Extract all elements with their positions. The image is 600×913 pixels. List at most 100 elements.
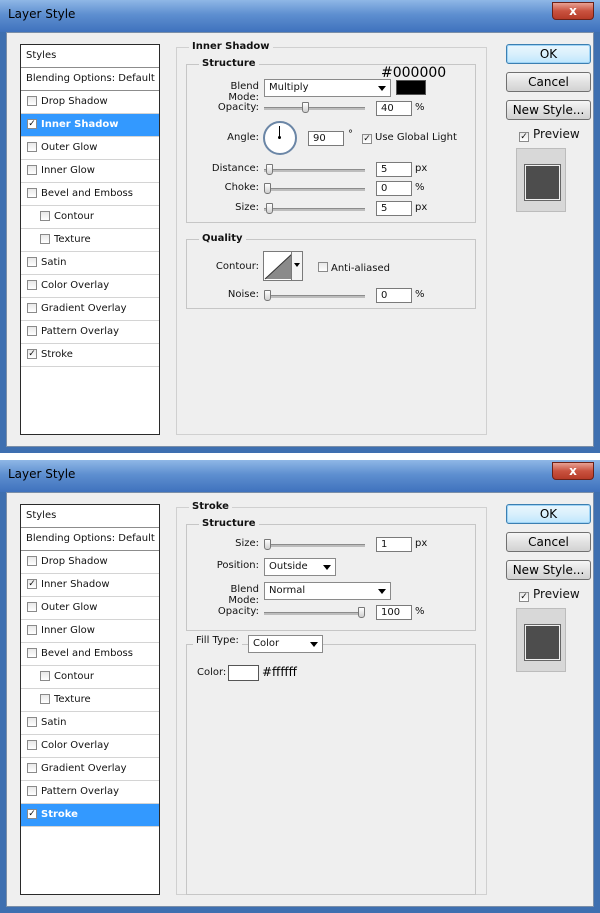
blend-mode-select[interactable]: Normal: [264, 582, 391, 600]
contour-picker[interactable]: [263, 251, 303, 281]
style-item-bevel-emboss[interactable]: Bevel and Emboss: [21, 183, 159, 206]
checkbox-inner-shadow[interactable]: ✓: [27, 119, 37, 129]
style-item-inner-shadow[interactable]: ✓ Inner Shadow: [21, 574, 159, 597]
checkbox-texture[interactable]: [40, 234, 50, 244]
slider-thumb[interactable]: [266, 203, 273, 214]
blend-mode-select[interactable]: Multiply: [264, 79, 391, 97]
checkbox-satin[interactable]: [27, 257, 37, 267]
style-item-pattern-overlay[interactable]: Pattern Overlay: [21, 781, 159, 804]
close-button[interactable]: x: [552, 462, 594, 480]
checkbox-inner-glow[interactable]: [27, 165, 37, 175]
checkbox-satin[interactable]: [27, 717, 37, 727]
slider-thumb[interactable]: [264, 183, 271, 194]
opacity-input[interactable]: 100: [376, 605, 412, 620]
style-item-texture[interactable]: Texture: [21, 689, 159, 712]
use-global-light-toggle[interactable]: ✓ Use Global Light: [362, 132, 457, 144]
style-item-stroke[interactable]: ✓ Stroke: [21, 344, 159, 367]
slider-thumb[interactable]: [358, 607, 365, 618]
style-item-color-overlay[interactable]: Color Overlay: [21, 735, 159, 758]
checkbox-stroke[interactable]: ✓: [27, 809, 37, 819]
noise-input[interactable]: 0: [376, 288, 412, 303]
style-item-outer-glow[interactable]: Outer Glow: [21, 597, 159, 620]
preview-toggle[interactable]: ✓ Preview: [519, 587, 580, 602]
style-item-contour[interactable]: Contour: [21, 666, 159, 689]
ok-button[interactable]: OK: [506, 504, 591, 524]
style-item-satin[interactable]: Satin: [21, 252, 159, 275]
style-item-texture[interactable]: Texture: [21, 229, 159, 252]
style-item-color-overlay[interactable]: Color Overlay: [21, 275, 159, 298]
size-input[interactable]: 5: [376, 201, 412, 216]
checkbox-bevel-emboss[interactable]: [27, 648, 37, 658]
position-value: Outside: [269, 561, 308, 572]
angle-input[interactable]: 90: [308, 131, 344, 146]
cancel-button[interactable]: Cancel: [506, 72, 591, 92]
new-style-button[interactable]: New Style...: [506, 100, 591, 120]
checkbox-inner-glow[interactable]: [27, 625, 37, 635]
styles-header[interactable]: Styles: [21, 505, 159, 528]
checkbox-texture[interactable]: [40, 694, 50, 704]
noise-slider[interactable]: [264, 290, 365, 301]
style-item-outer-glow[interactable]: Outer Glow: [21, 137, 159, 160]
checkbox-contour[interactable]: [40, 211, 50, 221]
style-item-bevel-emboss[interactable]: Bevel and Emboss: [21, 643, 159, 666]
checkbox-color-overlay[interactable]: [27, 740, 37, 750]
checkbox-gradient-overlay[interactable]: [27, 763, 37, 773]
angle-dial[interactable]: [263, 121, 297, 155]
style-item-satin[interactable]: Satin: [21, 712, 159, 735]
blending-options-item[interactable]: Blending Options: Default: [21, 68, 159, 91]
style-item-inner-shadow[interactable]: ✓ Inner Shadow: [21, 114, 159, 137]
slider-thumb[interactable]: [264, 290, 271, 301]
distance-slider[interactable]: [264, 164, 365, 175]
close-button[interactable]: x: [552, 2, 594, 20]
stroke-color-swatch[interactable]: [228, 665, 259, 681]
position-select[interactable]: Outside: [264, 558, 336, 576]
slider-thumb[interactable]: [302, 102, 309, 113]
style-item-contour[interactable]: Contour: [21, 206, 159, 229]
size-input[interactable]: 1: [376, 537, 412, 552]
style-item-stroke[interactable]: ✓ Stroke: [21, 804, 159, 827]
style-item-inner-glow[interactable]: Inner Glow: [21, 620, 159, 643]
checkbox-drop-shadow[interactable]: [27, 556, 37, 566]
style-item-drop-shadow[interactable]: Drop Shadow: [21, 91, 159, 114]
checkbox-outer-glow[interactable]: [27, 602, 37, 612]
style-item-gradient-overlay[interactable]: Gradient Overlay: [21, 758, 159, 781]
size-slider[interactable]: [264, 539, 365, 550]
checkbox-pattern-overlay[interactable]: [27, 786, 37, 796]
style-item-inner-glow[interactable]: Inner Glow: [21, 160, 159, 183]
checkbox-bevel-emboss[interactable]: [27, 188, 37, 198]
distance-input[interactable]: 5: [376, 162, 412, 177]
checkbox-pattern-overlay[interactable]: [27, 326, 37, 336]
preview-checkbox[interactable]: ✓: [519, 592, 529, 602]
size-unit: px: [415, 202, 428, 213]
slider-thumb[interactable]: [264, 539, 271, 550]
style-item-drop-shadow[interactable]: Drop Shadow: [21, 551, 159, 574]
style-item-gradient-overlay[interactable]: Gradient Overlay: [21, 298, 159, 321]
preview-toggle[interactable]: ✓ Preview: [519, 127, 580, 142]
checkbox-drop-shadow[interactable]: [27, 96, 37, 106]
styles-header[interactable]: Styles: [21, 45, 159, 68]
checkbox-contour[interactable]: [40, 671, 50, 681]
checkbox-outer-glow[interactable]: [27, 142, 37, 152]
anti-aliased-toggle[interactable]: Anti-aliased: [318, 261, 390, 274]
new-style-button[interactable]: New Style...: [506, 560, 591, 580]
cancel-button[interactable]: Cancel: [506, 532, 591, 552]
style-item-pattern-overlay[interactable]: Pattern Overlay: [21, 321, 159, 344]
anti-aliased-checkbox[interactable]: [318, 262, 328, 272]
opacity-input[interactable]: 40: [376, 101, 412, 116]
fill-type-select[interactable]: Color: [248, 635, 323, 653]
checkbox-inner-shadow[interactable]: ✓: [27, 579, 37, 589]
checkbox-stroke[interactable]: ✓: [27, 349, 37, 359]
slider-thumb[interactable]: [266, 164, 273, 175]
checkbox-color-overlay[interactable]: [27, 280, 37, 290]
use-global-light-checkbox[interactable]: ✓: [362, 134, 372, 144]
ok-button[interactable]: OK: [506, 44, 591, 64]
choke-input[interactable]: 0: [376, 181, 412, 196]
preview-checkbox[interactable]: ✓: [519, 132, 529, 142]
blending-options-item[interactable]: Blending Options: Default: [21, 528, 159, 551]
shadow-color-swatch[interactable]: [396, 80, 426, 95]
size-slider[interactable]: [264, 203, 365, 214]
checkbox-gradient-overlay[interactable]: [27, 303, 37, 313]
opacity-slider[interactable]: [264, 102, 365, 113]
choke-slider[interactable]: [264, 183, 365, 194]
opacity-slider[interactable]: [264, 607, 365, 618]
